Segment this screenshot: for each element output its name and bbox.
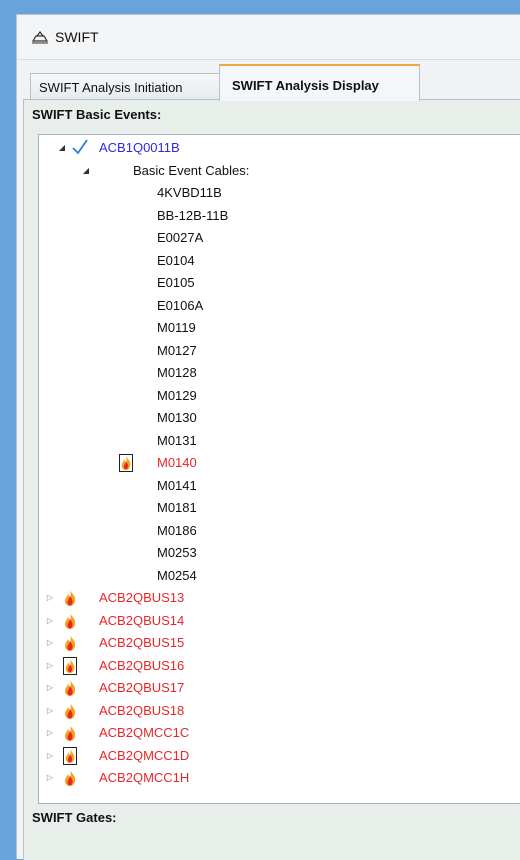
fire-icon [63, 634, 77, 652]
tree-node-cable[interactable]: M0181 [39, 497, 520, 520]
tab-label: SWIFT Analysis Initiation [39, 80, 183, 95]
root-event-label: ACB1Q0011B [99, 140, 180, 155]
event-label: ACB2QBUS13 [99, 590, 185, 605]
tree-node-cable[interactable]: M0141 [39, 475, 520, 498]
fire-box-icon [119, 454, 133, 472]
tree-node-cable[interactable]: E0104 [39, 250, 520, 273]
fire-box-icon [63, 656, 77, 675]
cable-label: M0129 [157, 387, 197, 403]
cables-header-label: Basic Event Cables: [133, 162, 250, 178]
cable-label: M0186 [157, 522, 197, 538]
cable-label: M0130 [157, 410, 197, 425]
cable-label: M0141 [157, 477, 197, 493]
collapse-arrow-icon[interactable]: ▷ [45, 773, 55, 783]
swift-window: SWIFT SWIFT Analysis Initiation SWIFT An… [16, 14, 520, 860]
fire-icon [63, 679, 77, 697]
tree-node-event[interactable]: ▷ ACB2QBUS18 [39, 700, 520, 723]
tree-node-cable[interactable]: M0127 [39, 340, 520, 363]
collapse-arrow-icon[interactable]: ▷ [45, 683, 55, 693]
tree-node-cable[interactable]: M0131 [39, 430, 520, 453]
cable-label: BB-12B-11B [157, 207, 229, 223]
tree-node-event[interactable]: ▷ ACB2QMCC1H [39, 767, 520, 790]
collapse-arrow-icon[interactable]: ▷ [45, 616, 55, 626]
event-label: ACB2QMCC1C [99, 725, 190, 740]
tree-node-cables-group[interactable]: ◢ Basic Event Cables: [39, 160, 520, 183]
cable-label: M0119 [157, 320, 196, 335]
event-label: ACB2QMCC1H [99, 770, 190, 785]
tab-analysis-display[interactable]: SWIFT Analysis Display [219, 64, 420, 101]
tree-node-cable[interactable]: M0140 [39, 452, 520, 475]
event-label: ACB2QBUS15 [99, 635, 185, 650]
event-label: ACB2QBUS18 [99, 702, 185, 718]
collapse-arrow-icon[interactable]: ▷ [45, 706, 55, 716]
collapse-arrow-icon[interactable]: ▷ [45, 593, 55, 603]
tree-node-cable[interactable]: M0254 [39, 565, 520, 588]
tab-analysis-initiation[interactable]: SWIFT Analysis Initiation [30, 73, 229, 100]
tree-node-event[interactable]: ▷ ACB2QBUS17 [39, 677, 520, 700]
basic-events-header: SWIFT Basic Events: [32, 107, 162, 122]
tree-node-cable[interactable]: E0105 [39, 272, 520, 295]
event-label: ACB2QMCC1D [99, 747, 190, 763]
collapse-arrow-icon[interactable]: ▷ [45, 638, 55, 648]
fire-icon [63, 612, 77, 630]
window-title: SWIFT [55, 29, 99, 45]
collapse-arrow-icon[interactable]: ▷ [45, 728, 55, 738]
tree-node-event[interactable]: ▷ ACB2QMCC1D [39, 745, 520, 768]
swift-app-icon [31, 30, 49, 44]
tree-node-cable[interactable]: E0106A [39, 295, 520, 318]
cable-label: M0131 [157, 432, 197, 448]
cable-label: E0106A [157, 297, 204, 313]
cable-label: M0128 [157, 365, 197, 380]
tree-node-cable[interactable]: M0186 [39, 520, 520, 543]
collapse-arrow-icon[interactable]: ▷ [45, 661, 55, 671]
cable-label: E0104 [157, 252, 195, 268]
tree-node-cable[interactable]: 4KVBD11B [39, 182, 520, 205]
gates-header: SWIFT Gates: [32, 810, 117, 825]
fire-icon [63, 589, 77, 607]
event-label: ACB2QBUS17 [99, 680, 185, 695]
tree-node-root-event[interactable]: ◢ ACB1Q0011B [39, 137, 520, 160]
cable-label: E0027A [157, 230, 204, 245]
tree-node-event[interactable]: ▷ ACB2QBUS13 [39, 587, 520, 610]
tree-node-cable[interactable]: M0119 [39, 317, 520, 340]
tab-strip: SWIFT Analysis Initiation SWIFT Analysis… [17, 60, 520, 101]
title-bar: SWIFT [17, 15, 520, 60]
tree-node-event[interactable]: ▷ ACB2QMCC1C [39, 722, 520, 745]
expand-arrow-icon[interactable]: ◢ [57, 143, 67, 153]
tree-node-cable[interactable]: BB-12B-11B [39, 205, 520, 228]
cable-label: M0181 [157, 500, 197, 515]
tree-node-cable[interactable]: M0129 [39, 385, 520, 408]
expand-arrow-icon[interactable]: ◢ [81, 166, 91, 176]
fire-icon [63, 769, 77, 787]
cable-label: E0105 [157, 275, 195, 290]
cable-label: M0127 [157, 342, 197, 358]
tab-label: SWIFT Analysis Display [232, 78, 379, 93]
analysis-display-panel: SWIFT Basic Events: ◢ ACB1Q0011B ◢ Basic Ev… [23, 99, 520, 860]
tree-node-event[interactable]: ▷ ACB2QBUS14 [39, 610, 520, 633]
fire-box-icon [63, 746, 77, 765]
basic-events-tree[interactable]: ◢ ACB1Q0011B ◢ Basic Event Cables: 4KVBD11B B… [38, 134, 520, 804]
tree-node-cable[interactable]: E0027A [39, 227, 520, 250]
fire-icon [63, 702, 77, 720]
tree-node-cable[interactable]: M0128 [39, 362, 520, 385]
cable-label: M0140 [157, 455, 197, 470]
tree-node-event[interactable]: ▷ ACB2QBUS16 [39, 655, 520, 678]
checkmark-icon [71, 138, 89, 161]
cable-label: 4KVBD11B [157, 185, 222, 200]
event-label: ACB2QBUS14 [99, 612, 185, 628]
cable-label: M0253 [157, 545, 197, 560]
tree-node-cable[interactable]: M0130 [39, 407, 520, 430]
tree-node-event[interactable]: ▷ ACB2QBUS15 [39, 632, 520, 655]
cable-label: M0254 [157, 567, 197, 583]
event-label: ACB2QBUS16 [99, 657, 185, 673]
fire-icon [63, 724, 77, 742]
collapse-arrow-icon[interactable]: ▷ [45, 751, 55, 761]
tree-node-cable[interactable]: M0253 [39, 542, 520, 565]
